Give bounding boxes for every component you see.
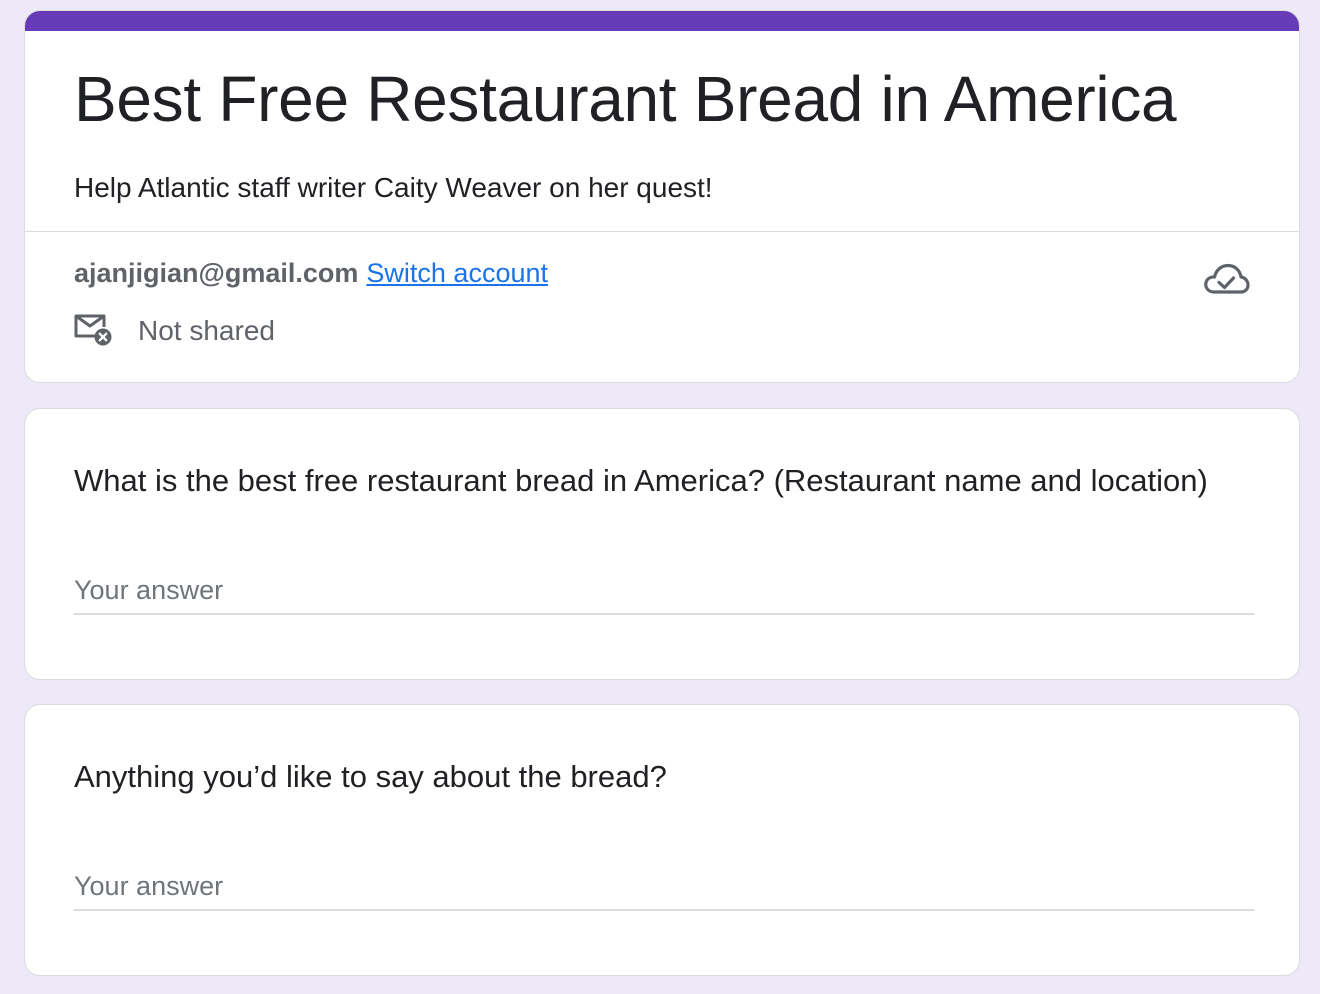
form-title: Best Free Restaurant Bread in America <box>74 63 1177 135</box>
divider <box>25 231 1299 232</box>
question-title: What is the best free restaurant bread i… <box>74 463 1208 498</box>
cloud-done-icon[interactable] <box>1202 261 1250 297</box>
mail-not-shared-icon <box>74 314 112 346</box>
form-description: Help Atlantic staff writer Caity Weaver … <box>74 172 713 203</box>
sharing-status-row: Not shared <box>74 311 275 351</box>
question-card-2: Anything you’d like to say about the bre… <box>24 704 1300 976</box>
account-email: ajanjigian@gmail.com <box>74 258 359 288</box>
answer-input-2[interactable] <box>74 863 1254 911</box>
form-header-card: Best Free Restaurant Bread in America He… <box>24 10 1300 383</box>
switch-account-link[interactable]: Switch account <box>366 258 548 288</box>
account-row: ajanjigian@gmail.com Switch account <box>74 256 548 290</box>
question-title: Anything you’d like to say about the bre… <box>74 759 667 794</box>
sharing-status-text: Not shared <box>138 315 275 346</box>
answer-input-1[interactable] <box>74 567 1254 615</box>
accent-bar <box>25 11 1299 31</box>
question-card-1: What is the best free restaurant bread i… <box>24 408 1300 680</box>
